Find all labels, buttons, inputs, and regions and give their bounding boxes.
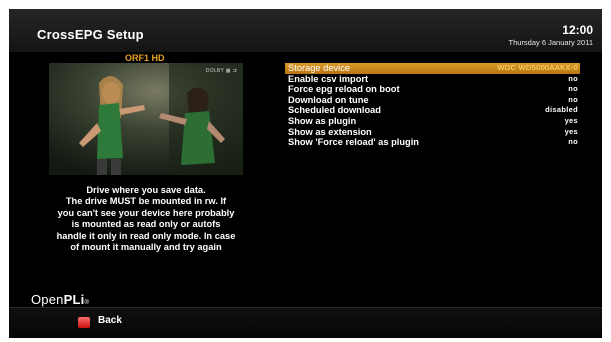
- video-preview: DOLBY ▦ ⇉: [49, 63, 243, 175]
- setting-label: Storage device: [288, 63, 351, 73]
- setting-label: Enable csv import: [288, 73, 369, 84]
- osd-screen: CrossEPG Setup 12:00 Thursday 6 January …: [9, 9, 602, 338]
- openpli-logo: OpenPLi®: [31, 292, 89, 307]
- clock-date: Thursday 6 January 2011: [508, 38, 594, 47]
- clock-time: 12:00: [562, 23, 593, 37]
- settings-list: Storage device WDC WD5000AAKX-0 Enable c…: [285, 63, 580, 148]
- help-line: Drive where you save data.: [86, 185, 206, 195]
- setting-value: disabled: [545, 105, 578, 115]
- logo-mark: ®: [84, 300, 90, 306]
- setting-label: Download on tune: [288, 94, 369, 105]
- setting-value: no: [568, 137, 578, 147]
- setting-row-download-on-tune[interactable]: Download on tune no: [285, 95, 580, 106]
- red-button-icon[interactable]: [78, 317, 90, 328]
- setting-row-storage-device[interactable]: Storage device WDC WD5000AAKX-0: [285, 63, 580, 74]
- help-line: is mounted as read only or autofs: [71, 219, 221, 230]
- setting-row-enable-csv-import[interactable]: Enable csv import no: [285, 74, 580, 85]
- setting-label: Show as extension: [288, 126, 372, 137]
- setting-label: Scheduled download: [288, 105, 381, 116]
- setting-label: Show 'Force reload' as plugin: [288, 137, 419, 148]
- help-text: Drive where you save data. The drive MUS…: [35, 185, 257, 253]
- setting-label: Force epg reload on boot: [288, 84, 400, 95]
- video-frame-image: [49, 63, 243, 175]
- setting-row-show-as-extension[interactable]: Show as extension yes: [285, 127, 580, 138]
- back-button-label[interactable]: Back: [98, 315, 122, 326]
- setting-value: no: [568, 73, 578, 83]
- channel-name: ORF1 HD: [125, 53, 165, 63]
- logo-pli: PLi: [63, 292, 85, 307]
- setting-value: no: [568, 84, 578, 94]
- setting-value: yes: [564, 115, 578, 125]
- setting-row-show-as-plugin[interactable]: Show as plugin yes: [285, 116, 580, 127]
- setting-row-scheduled-download[interactable]: Scheduled download disabled: [285, 105, 580, 116]
- help-line: of mount it manually and try again: [70, 242, 222, 253]
- help-line: The drive MUST be mounted in rw. If: [65, 196, 227, 207]
- setting-value: no: [568, 94, 578, 104]
- setting-label: Show as plugin: [288, 115, 357, 126]
- setting-row-show-force-reload-as-plugin[interactable]: Show 'Force reload' as plugin no: [285, 137, 580, 148]
- help-line: handle it only in read only mode. In cas…: [56, 230, 236, 241]
- page-title: CrossEPG Setup: [37, 27, 144, 42]
- logo-open: Open: [31, 292, 64, 307]
- setting-row-force-epg-reload[interactable]: Force epg reload on boot no: [285, 84, 580, 95]
- setting-value: WDC WD5000AAKX-0: [497, 63, 578, 72]
- video-info-badges: DOLBY ▦ ⇉: [205, 68, 237, 74]
- header-bar: CrossEPG Setup 12:00 Thursday 6 January …: [9, 9, 602, 52]
- help-line: you can't see your device here probably: [57, 207, 235, 218]
- setting-value: yes: [564, 126, 578, 136]
